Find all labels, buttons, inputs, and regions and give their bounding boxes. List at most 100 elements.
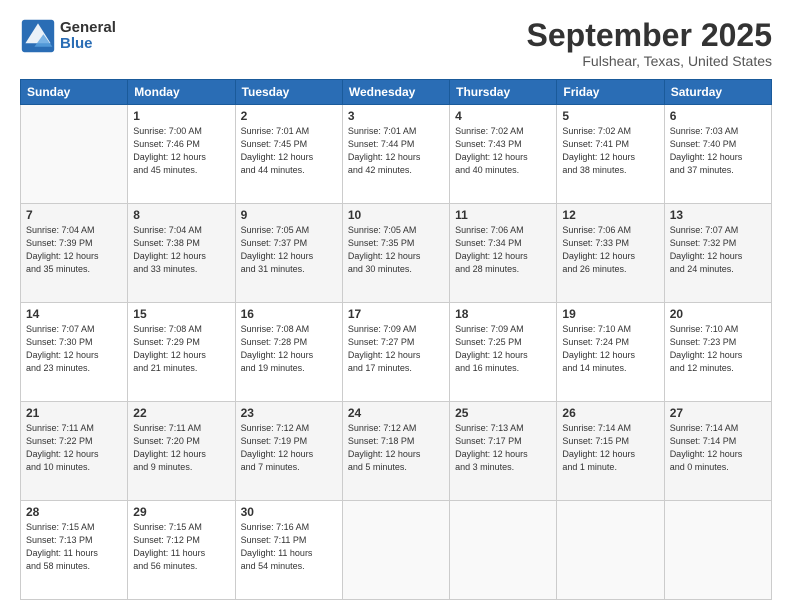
table-row (21, 105, 128, 204)
table-row (342, 501, 449, 600)
day-info: Sunrise: 7:12 AM Sunset: 7:18 PM Dayligh… (348, 422, 444, 474)
day-info: Sunrise: 7:10 AM Sunset: 7:23 PM Dayligh… (670, 323, 766, 375)
day-info: Sunrise: 7:09 AM Sunset: 7:25 PM Dayligh… (455, 323, 551, 375)
day-number: 16 (241, 307, 337, 321)
table-row: 1Sunrise: 7:00 AM Sunset: 7:46 PM Daylig… (128, 105, 235, 204)
day-info: Sunrise: 7:09 AM Sunset: 7:27 PM Dayligh… (348, 323, 444, 375)
day-number: 13 (670, 208, 766, 222)
table-row: 25Sunrise: 7:13 AM Sunset: 7:17 PM Dayli… (450, 402, 557, 501)
table-row: 17 Sunrise: 7:09 AM Sunset: 7:27 PM Dayli… (342, 303, 449, 402)
table-row: 10 Sunrise: 7:05 AM Sunset: 7:35 PM Dayli… (342, 204, 449, 303)
table-row: 21 Sunrise: 7:11 AM Sunset: 7:22 PM Dayli… (21, 402, 128, 501)
table-row: 19 Sunrise: 7:10 AM Sunset: 7:24 PM Dayli… (557, 303, 664, 402)
table-row: 30 Sunrise: 7:16 AM Sunset: 7:11 PM Dayli… (235, 501, 342, 600)
page: General Blue September 2025 Fulshear, Te… (0, 0, 792, 612)
col-tuesday: Tuesday (235, 80, 342, 105)
title-block: September 2025 Fulshear, Texas, United S… (527, 18, 772, 69)
day-number: 21 (26, 406, 122, 420)
table-row (664, 501, 771, 600)
col-sunday: Sunday (21, 80, 128, 105)
day-number: 4 (455, 109, 551, 123)
table-row: 22 Sunrise: 7:11 AM Sunset: 7:20 PM Dayli… (128, 402, 235, 501)
day-number: 29 (133, 505, 229, 519)
day-info: Sunrise: 7:08 AM Sunset: 7:29 PM Dayligh… (133, 323, 229, 375)
calendar-location: Fulshear, Texas, United States (527, 53, 772, 69)
day-info: Sunrise: 7:01 AM Sunset: 7:45 PM Dayligh… (241, 125, 337, 177)
table-row: 8 Sunrise: 7:04 AM Sunset: 7:38 PM Daylig… (128, 204, 235, 303)
day-info: Sunrise: 7:07 AM Sunset: 7:32 PM Dayligh… (670, 224, 766, 276)
table-row: 13 Sunrise: 7:07 AM Sunset: 7:32 PM Dayli… (664, 204, 771, 303)
day-info: Sunrise: 7:08 AM Sunset: 7:28 PM Dayligh… (241, 323, 337, 375)
day-info: Sunrise: 7:00 AM Sunset: 7:46 PM Dayligh… (133, 125, 229, 177)
day-number: 15 (133, 307, 229, 321)
day-info: Sunrise: 7:03 AM Sunset: 7:40 PM Dayligh… (670, 125, 766, 177)
day-info: Sunrise: 7:12 AM Sunset: 7:19 PM Dayligh… (241, 422, 337, 474)
day-info: Sunrise: 7:14 AM Sunset: 7:14 PM Dayligh… (670, 422, 766, 474)
day-info: Sunrise: 7:02 AM Sunset: 7:43 PM Dayligh… (455, 125, 551, 177)
table-row: 4 Sunrise: 7:02 AM Sunset: 7:43 PM Daylig… (450, 105, 557, 204)
calendar-week-row: 7 Sunrise: 7:04 AM Sunset: 7:39 PM Daylig… (21, 204, 772, 303)
day-number: 14 (26, 307, 122, 321)
table-row: 15 Sunrise: 7:08 AM Sunset: 7:29 PM Dayli… (128, 303, 235, 402)
table-row: 28 Sunrise: 7:15 AM Sunset: 7:13 PM Dayli… (21, 501, 128, 600)
day-info: Sunrise: 7:10 AM Sunset: 7:24 PM Dayligh… (562, 323, 658, 375)
col-thursday: Thursday (450, 80, 557, 105)
day-info: Sunrise: 7:02 AM Sunset: 7:41 PM Dayligh… (562, 125, 658, 177)
day-number: 12 (562, 208, 658, 222)
day-number: 19 (562, 307, 658, 321)
logo-text: General Blue (60, 20, 116, 53)
day-number: 7 (26, 208, 122, 222)
table-row: 7 Sunrise: 7:04 AM Sunset: 7:39 PM Daylig… (21, 204, 128, 303)
day-info: Sunrise: 7:15 AM Sunset: 7:12 PM Dayligh… (133, 521, 229, 573)
day-info: Sunrise: 7:04 AM Sunset: 7:39 PM Dayligh… (26, 224, 122, 276)
calendar-table: Sunday Monday Tuesday Wednesday Thursday… (20, 79, 772, 600)
day-number: 22 (133, 406, 229, 420)
day-info: Sunrise: 7:15 AM Sunset: 7:13 PM Dayligh… (26, 521, 122, 573)
day-info: Sunrise: 7:05 AM Sunset: 7:37 PM Dayligh… (241, 224, 337, 276)
table-row: 27 Sunrise: 7:14 AM Sunset: 7:14 PM Dayli… (664, 402, 771, 501)
day-info: Sunrise: 7:06 AM Sunset: 7:34 PM Dayligh… (455, 224, 551, 276)
day-info: Sunrise: 7:06 AM Sunset: 7:33 PM Dayligh… (562, 224, 658, 276)
table-row: 5 Sunrise: 7:02 AM Sunset: 7:41 PM Daylig… (557, 105, 664, 204)
day-info: Sunrise: 7:07 AM Sunset: 7:30 PM Dayligh… (26, 323, 122, 375)
col-wednesday: Wednesday (342, 80, 449, 105)
day-number: 17 (348, 307, 444, 321)
table-row: 12 Sunrise: 7:06 AM Sunset: 7:33 PM Dayli… (557, 204, 664, 303)
day-number: 30 (241, 505, 337, 519)
day-number: 27 (670, 406, 766, 420)
table-row: 16 Sunrise: 7:08 AM Sunset: 7:28 PM Dayli… (235, 303, 342, 402)
day-number: 3 (348, 109, 444, 123)
col-friday: Friday (557, 80, 664, 105)
calendar-header-row: Sunday Monday Tuesday Wednesday Thursday… (21, 80, 772, 105)
header: General Blue September 2025 Fulshear, Te… (20, 18, 772, 69)
day-number: 28 (26, 505, 122, 519)
table-row: 26Sunrise: 7:14 AM Sunset: 7:15 PM Dayli… (557, 402, 664, 501)
day-number: 23 (241, 406, 337, 420)
day-number: 2 (241, 109, 337, 123)
calendar-week-row: 21 Sunrise: 7:11 AM Sunset: 7:22 PM Dayli… (21, 402, 772, 501)
day-info: Sunrise: 7:01 AM Sunset: 7:44 PM Dayligh… (348, 125, 444, 177)
day-number: 11 (455, 208, 551, 222)
table-row: 29 Sunrise: 7:15 AM Sunset: 7:12 PM Dayli… (128, 501, 235, 600)
table-row: 6Sunrise: 7:03 AM Sunset: 7:40 PM Daylig… (664, 105, 771, 204)
table-row: 14 Sunrise: 7:07 AM Sunset: 7:30 PM Dayli… (21, 303, 128, 402)
day-number: 5 (562, 109, 658, 123)
table-row: 3 Sunrise: 7:01 AM Sunset: 7:44 PM Daylig… (342, 105, 449, 204)
day-number: 20 (670, 307, 766, 321)
table-row: 9Sunrise: 7:05 AM Sunset: 7:37 PM Daylig… (235, 204, 342, 303)
day-info: Sunrise: 7:16 AM Sunset: 7:11 PM Dayligh… (241, 521, 337, 573)
calendar-week-row: 14 Sunrise: 7:07 AM Sunset: 7:30 PM Dayli… (21, 303, 772, 402)
table-row: 20 Sunrise: 7:10 AM Sunset: 7:23 PM Dayli… (664, 303, 771, 402)
day-number: 24 (348, 406, 444, 420)
day-info: Sunrise: 7:04 AM Sunset: 7:38 PM Dayligh… (133, 224, 229, 276)
logo-blue-text: Blue (60, 36, 116, 53)
day-number: 18 (455, 307, 551, 321)
calendar-week-row: 28 Sunrise: 7:15 AM Sunset: 7:13 PM Dayli… (21, 501, 772, 600)
table-row (450, 501, 557, 600)
day-info: Sunrise: 7:11 AM Sunset: 7:22 PM Dayligh… (26, 422, 122, 474)
day-number: 8 (133, 208, 229, 222)
day-number: 10 (348, 208, 444, 222)
day-info: Sunrise: 7:05 AM Sunset: 7:35 PM Dayligh… (348, 224, 444, 276)
table-row: 24 Sunrise: 7:12 AM Sunset: 7:18 PM Dayli… (342, 402, 449, 501)
day-info: Sunrise: 7:11 AM Sunset: 7:20 PM Dayligh… (133, 422, 229, 474)
